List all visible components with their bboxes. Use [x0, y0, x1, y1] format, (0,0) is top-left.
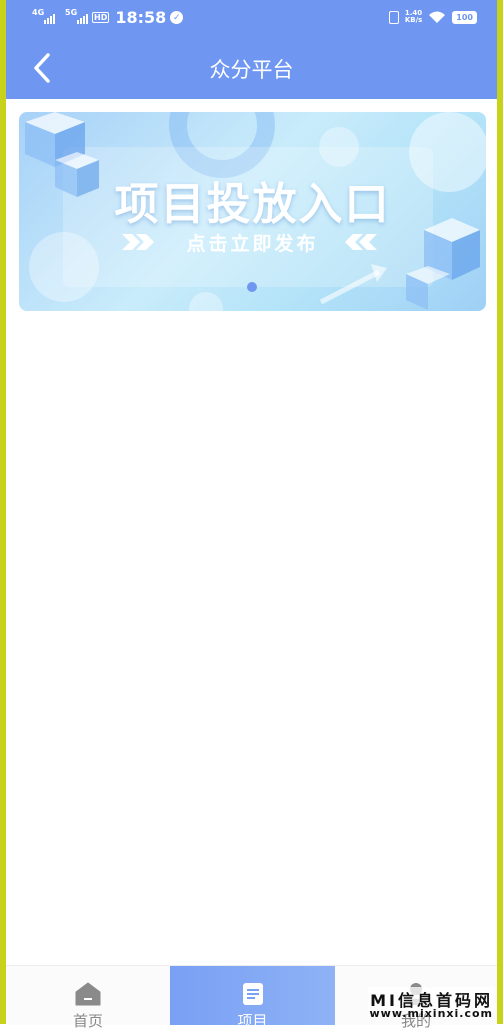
nav-row: 众分平台 — [6, 40, 497, 96]
vibrate-icon — [388, 10, 399, 24]
network-type-1: 4G — [32, 7, 45, 17]
chevron-left-icon — [345, 234, 377, 250]
carousel-dot[interactable] — [247, 282, 257, 292]
home-icon — [75, 982, 101, 1006]
signal-icon: 4G — [32, 8, 55, 24]
speed-unit: KB/s — [404, 16, 423, 24]
project-launch-banner[interactable]: 项目投放入口 点击立即发布 — [19, 112, 486, 311]
frame-left — [0, 0, 6, 1024]
arrow-decoration-icon — [319, 264, 387, 305]
document-icon — [242, 983, 263, 1005]
frame-right — [497, 0, 503, 1024]
signal-icon-2: 5G — [65, 8, 88, 24]
status-time: 18:58 — [115, 8, 167, 27]
check-circle-icon: ✓ — [170, 11, 184, 24]
network-type-2: 5G — [65, 7, 78, 17]
banner-subtitle: 点击立即发布 — [186, 233, 319, 255]
top-app-bar: 4G 5G HD 18:58 ✓ 1.40 KB/s 100 众分平台 — [6, 0, 497, 99]
status-bar: 4G 5G HD 18:58 ✓ 1.40 KB/s 100 — [6, 0, 497, 36]
page-title: 众分平台 — [209, 58, 294, 82]
tab-home[interactable]: 首页 — [6, 966, 170, 1030]
network-speed: 1.40 KB/s — [405, 10, 422, 24]
tab-project[interactable]: 项目 — [170, 966, 335, 1030]
hd-voice-icon: HD — [92, 12, 110, 23]
tab-home-label: 首页 — [72, 1012, 103, 1030]
battery-icon: 100 — [452, 10, 477, 24]
banner-title: 项目投放入口 — [114, 179, 391, 230]
wifi-icon — [429, 11, 446, 23]
tab-project-label: 项目 — [237, 1012, 268, 1030]
watermark-url: www.mixinxi.com — [369, 1007, 493, 1020]
decorative-bubble — [189, 292, 223, 311]
